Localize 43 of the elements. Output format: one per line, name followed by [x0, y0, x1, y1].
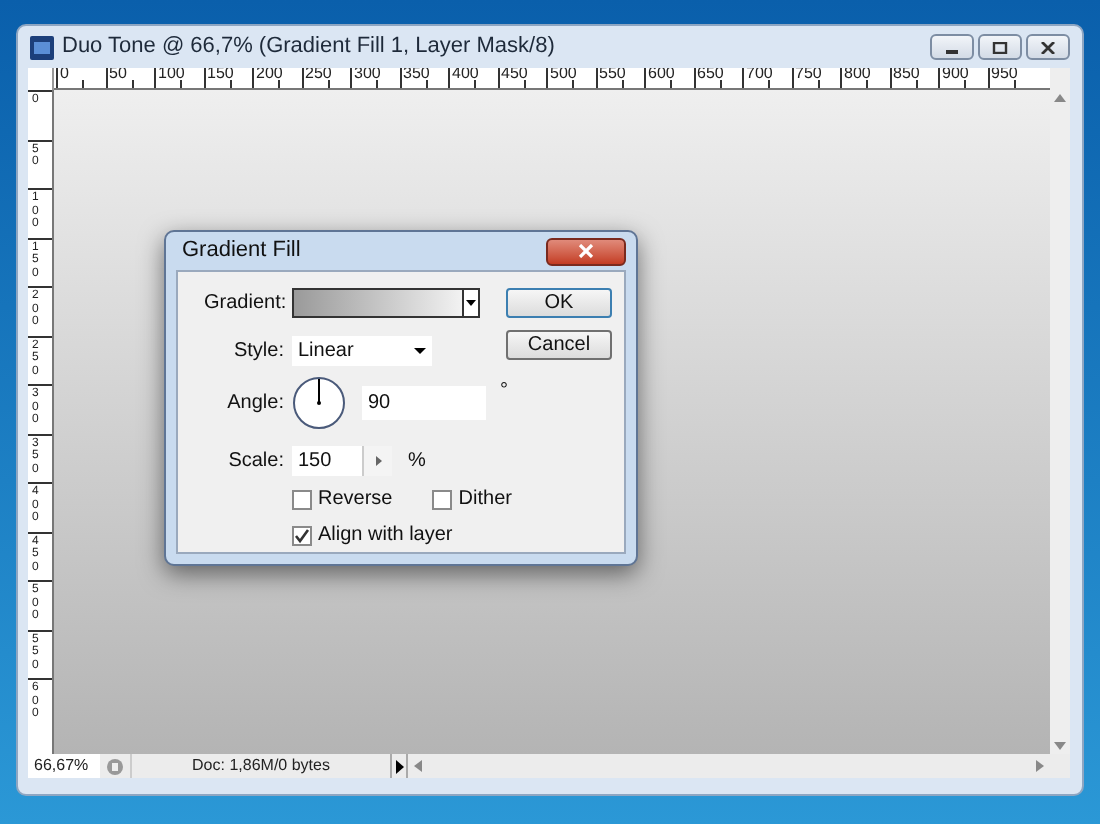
down-arrow-icon	[1054, 742, 1066, 750]
minimize-button[interactable]	[930, 34, 974, 60]
checkbox[interactable]	[292, 525, 312, 545]
checkbox-option[interactable]: Align with layer	[292, 520, 532, 550]
document-info: Doc: 1,86M/0 bytes	[130, 754, 390, 778]
left-arrow-icon	[414, 760, 422, 772]
degree-unit: °	[500, 378, 508, 406]
style-label: Style:	[231, 338, 284, 366]
stepper-button[interactable]	[362, 446, 392, 476]
check-icon	[294, 527, 310, 543]
checkbox-option[interactable]: Dither	[432, 484, 532, 514]
gradient-label: Gradient:	[204, 290, 284, 318]
angle-dial[interactable]	[292, 376, 346, 430]
angle-label: Angle:	[225, 390, 284, 418]
dropdown-arrow-icon	[466, 300, 476, 306]
gradient-picker[interactable]	[292, 288, 480, 318]
percent-unit: %	[408, 448, 426, 476]
checkbox-option[interactable]: Reverse	[292, 484, 413, 514]
up-arrow-icon	[1054, 94, 1066, 102]
scale-field[interactable]: 150	[292, 446, 362, 476]
close-icon	[578, 244, 594, 258]
right-arrow-icon	[1036, 760, 1044, 772]
scrollbar-corner	[1050, 68, 1070, 90]
ok-button[interactable]: OK	[506, 288, 612, 318]
maximize-button[interactable]	[978, 34, 1022, 60]
checkbox[interactable]	[292, 489, 312, 509]
close-button[interactable]	[1026, 34, 1070, 60]
status-menu-button[interactable]	[390, 754, 408, 778]
zoom-level[interactable]: 66,67%	[28, 754, 100, 778]
window-title: Duo Tone @ 66,7% (Gradient Fill 1, Layer Mask/8)	[62, 32, 555, 63]
angle-field[interactable]: 90	[362, 386, 486, 420]
right-arrow-icon	[395, 759, 403, 773]
maximize-icon	[992, 41, 1008, 53]
style-dropdown[interactable]: Linear	[292, 336, 432, 366]
dialog-title: Gradient Fill	[180, 236, 301, 267]
caret-icon	[414, 348, 426, 354]
checkbox[interactable]	[432, 489, 453, 509]
close-icon	[1040, 41, 1056, 53]
app-icon	[30, 35, 54, 59]
cancel-button[interactable]: Cancel	[506, 330, 612, 360]
scale-label: Scale:	[226, 448, 284, 476]
close-button[interactable]	[546, 237, 626, 265]
stepper-arrow-icon	[375, 456, 381, 466]
